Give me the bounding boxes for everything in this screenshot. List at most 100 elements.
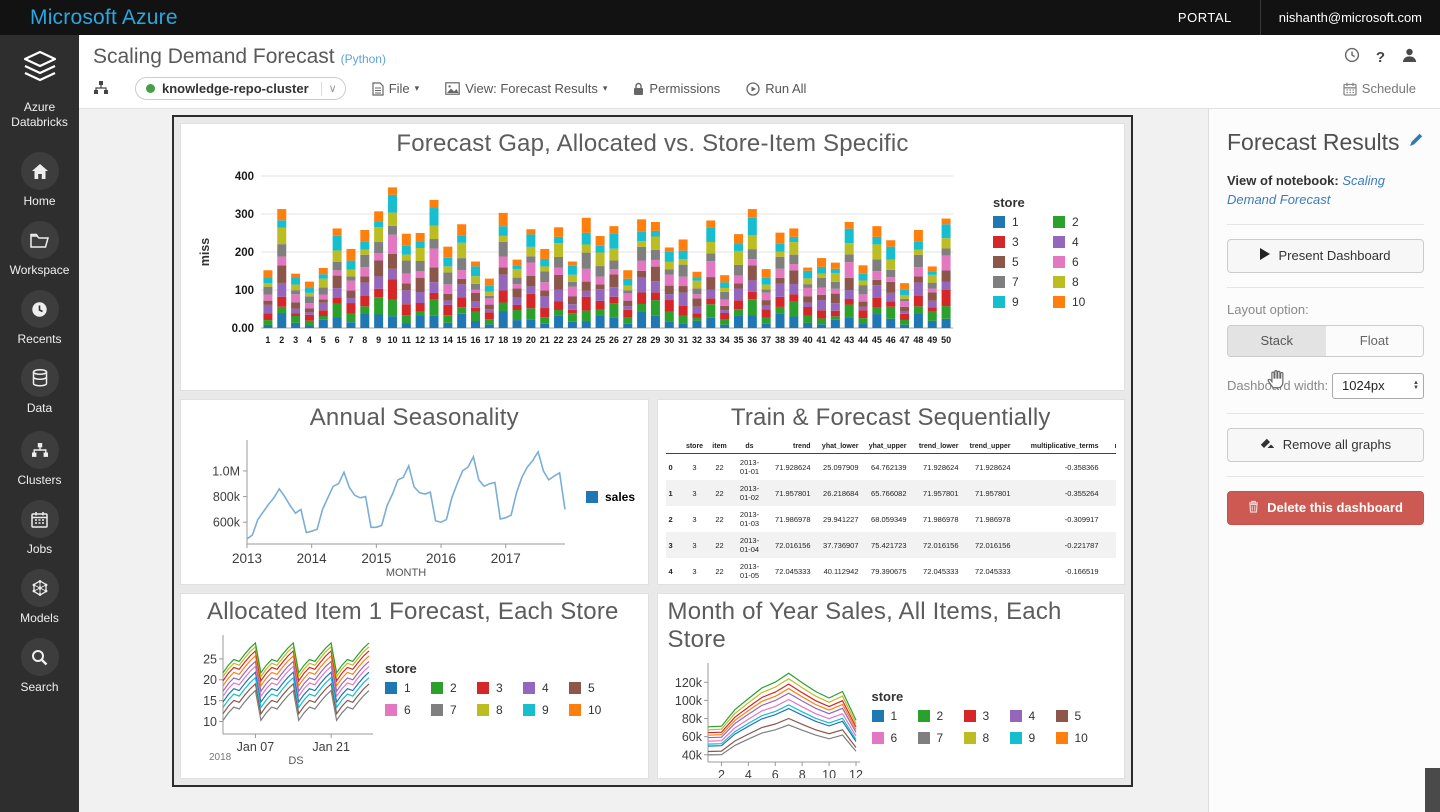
sidebar-item-search[interactable]: Search (10, 638, 70, 694)
present-dashboard-button[interactable]: Present Dashboard (1227, 239, 1424, 273)
edit-title-pencil-icon[interactable] (1408, 132, 1424, 153)
svg-text:20: 20 (526, 335, 536, 345)
sidebar-item-label: Data (27, 401, 52, 415)
table-row: 03222013-01-0171.92862425.09790964.76213… (666, 454, 1117, 481)
sidebar-item-label: Recents (17, 332, 61, 346)
revision-history-icon[interactable] (1344, 47, 1360, 68)
svg-text:34: 34 (720, 335, 730, 345)
help-icon[interactable]: ? (1376, 49, 1385, 66)
sidebar-item-workspace[interactable]: Workspace (10, 221, 70, 277)
svg-text:24: 24 (581, 335, 591, 345)
portal-link[interactable]: PORTAL (1150, 0, 1260, 35)
svg-text:19: 19 (512, 335, 522, 345)
table-row: 43222013-01-0572.04533340.11294279.39067… (666, 558, 1117, 584)
sidebar-item-models[interactable]: Models (10, 569, 70, 625)
panel-title: Forecast Results (1227, 129, 1400, 156)
sidebar-item-home[interactable]: Home (10, 152, 70, 208)
legend-item-store-6: 6 (1053, 255, 1113, 269)
sidebar-item-azure-databricks[interactable]: Azure Databricks (0, 49, 79, 130)
user-email[interactable]: nishanth@microsoft.com (1261, 0, 1440, 35)
legend-item-store-7: 7 (431, 703, 477, 717)
table-card-train-forecast[interactable]: Train & Forecast Sequentially storeitemd… (657, 399, 1126, 585)
svg-text:38: 38 (775, 335, 785, 345)
svg-text:2017: 2017 (491, 551, 521, 566)
svg-text:21: 21 (540, 335, 550, 345)
chart-title-annual-seasonality: Annual Seasonality (189, 404, 640, 432)
store-legend: 12345678910 (872, 709, 1102, 745)
sidebar-item-recents[interactable]: Recents (10, 290, 70, 346)
svg-text:3: 3 (293, 335, 298, 345)
search-icon (21, 638, 59, 676)
play-icon (1260, 248, 1270, 263)
schedule-button[interactable]: Schedule (1343, 81, 1426, 96)
svg-text:16: 16 (471, 335, 481, 345)
layout-stack-button[interactable]: Stack (1228, 326, 1326, 356)
databricks-logo-icon (19, 49, 61, 94)
svg-text:200: 200 (235, 247, 254, 259)
dashboard-width-select[interactable]: 1024px ▲▼ (1332, 373, 1424, 399)
svg-text:14: 14 (443, 335, 453, 345)
table-row: 23222013-01-0371.98697829.94122768.05934… (666, 506, 1117, 532)
svg-text:2: 2 (717, 768, 724, 779)
svg-text:33: 33 (706, 335, 716, 345)
run-all-button[interactable]: Run All (746, 81, 806, 96)
view-menu[interactable]: View: Forecast Results▾ (445, 81, 607, 96)
scrollbar-corner[interactable] (1425, 768, 1440, 812)
workspace-folder-icon (21, 221, 59, 259)
sidebar-item-data[interactable]: Data (10, 359, 70, 415)
svg-text:11: 11 (402, 335, 412, 345)
legend-item-store-5: 5 (993, 255, 1053, 269)
chart-card-allocated-forecast[interactable]: Allocated Item 1 Forecast, Each Store 10… (180, 593, 649, 779)
svg-text:2013: 2013 (232, 551, 262, 566)
layout-float-button[interactable]: Float (1326, 326, 1424, 356)
forecast-data-table: storeitemdstrendyhat_loweryhat_uppertren… (666, 440, 1117, 584)
table-header-trend: trend (768, 440, 814, 454)
allocated-forecast-line-chart: 10152025Jan 07Jan 212018DS (189, 632, 377, 772)
chart-card-month-of-year-sales[interactable]: Month of Year Sales, All Items, Each Sto… (657, 593, 1126, 779)
svg-text:600k: 600k (213, 516, 241, 530)
svg-text:26: 26 (609, 335, 619, 345)
chart-card-forecast-gap[interactable]: Forecast Gap, Allocated vs. Store-Item S… (180, 123, 1125, 391)
svg-text:44: 44 (858, 335, 868, 345)
svg-text:17: 17 (484, 335, 494, 345)
annual-seasonality-line-chart: 600k800k1.0M20132014201520162017MONTH (189, 436, 584, 578)
chart-title-allocated-forecast: Allocated Item 1 Forecast, Each Store (189, 598, 640, 626)
table-header-item: item (708, 440, 732, 454)
user-avatar-icon[interactable] (1401, 47, 1418, 68)
svg-text:5: 5 (321, 335, 326, 345)
legend-item-store-7: 7 (918, 731, 964, 745)
svg-text:48: 48 (913, 335, 923, 345)
sidebar: Azure Databricks Home Workspace Recents Dat… (0, 35, 79, 812)
trash-icon (1248, 500, 1259, 516)
legend-item-store-9: 9 (523, 703, 569, 717)
table-row: 33222013-01-0472.01615637.73690775.42172… (666, 532, 1117, 558)
svg-text:28: 28 (637, 335, 647, 345)
cluster-selector[interactable]: knowledge-repo-cluster ∨ (135, 77, 346, 100)
svg-text:40k: 40k (681, 748, 702, 762)
sidebar-item-jobs[interactable]: Jobs (10, 500, 70, 556)
sales-legend-swatch (586, 491, 598, 503)
legend-item-store-3: 3 (477, 681, 523, 695)
table-row: 13222013-01-0271.95780126.21868465.76608… (666, 480, 1117, 506)
chart-card-annual-seasonality[interactable]: Annual Seasonality 600k800k1.0M201320142… (180, 399, 649, 585)
microsoft-azure-logo[interactable]: Microsoft Azure (0, 6, 178, 30)
legend-item-store-2: 2 (918, 709, 964, 723)
legend-item-store-1: 1 (385, 681, 431, 695)
cluster-tree-icon (93, 80, 109, 98)
svg-text:6: 6 (771, 768, 778, 779)
svg-text:Jan 07: Jan 07 (237, 740, 275, 754)
file-menu[interactable]: File▾ (372, 81, 419, 96)
forecast-gap-bar-chart: 0.00100200300400miss12345678910111213141… (189, 160, 979, 370)
svg-text:46: 46 (886, 335, 896, 345)
sidebar-item-clusters[interactable]: Clusters (10, 431, 70, 487)
svg-text:4: 4 (307, 335, 312, 345)
cluster-status-dot (146, 84, 155, 93)
table-header-store: store (682, 440, 708, 454)
remove-all-graphs-button[interactable]: Remove all graphs (1227, 428, 1424, 462)
delete-dashboard-button[interactable]: Delete this dashboard (1227, 491, 1424, 525)
svg-text:100: 100 (235, 285, 254, 297)
permissions-button[interactable]: Permissions (633, 81, 720, 96)
svg-text:Jan 21: Jan 21 (312, 740, 350, 754)
legend-item-store-9: 9 (993, 295, 1053, 309)
svg-text:8: 8 (798, 768, 805, 779)
